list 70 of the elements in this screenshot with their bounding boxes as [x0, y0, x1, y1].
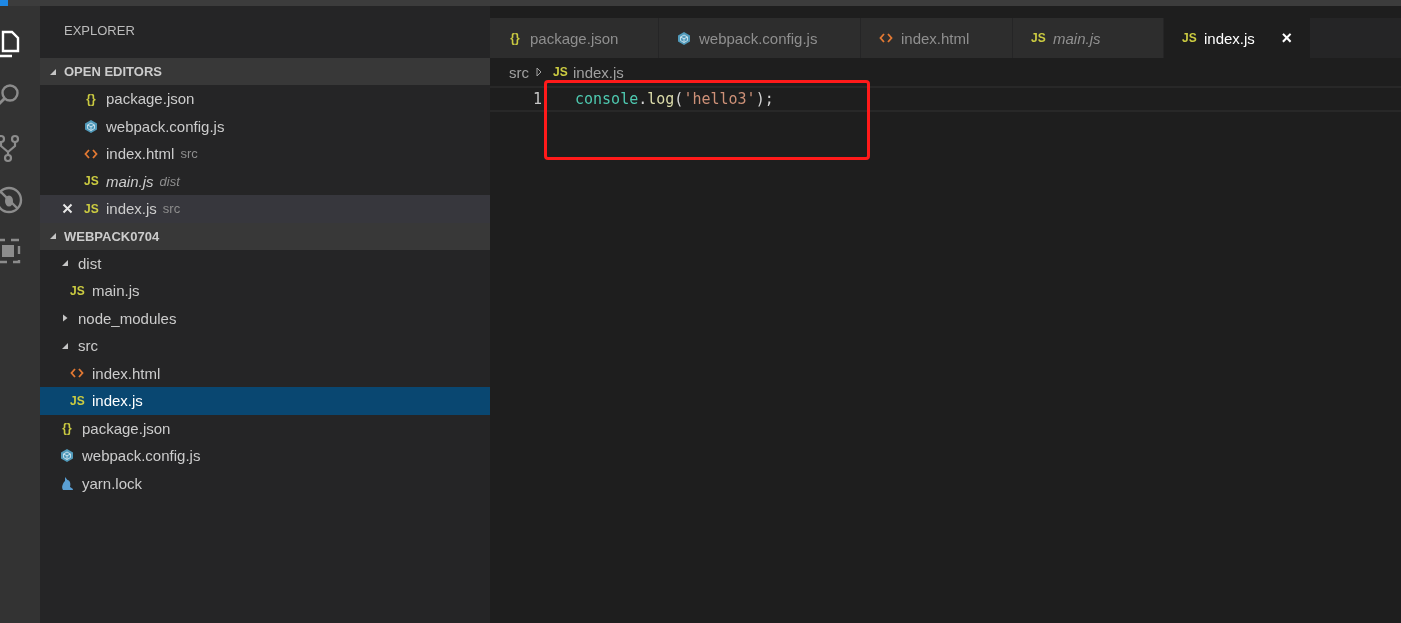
code-line: console.log('hello3');: [575, 90, 774, 108]
file-entry[interactable]: yarn.lock: [40, 469, 490, 497]
editor-tab[interactable]: JS index.js ×: [1164, 18, 1311, 58]
file-type-icon: JS: [70, 393, 84, 408]
chevron-icon: [535, 67, 543, 77]
section-title: WEBPACK0704: [64, 228, 160, 244]
file-name: webpack.config.js: [82, 447, 201, 465]
file-name: index.html: [92, 364, 161, 382]
folder-hint: dist: [159, 173, 180, 189]
file-entry[interactable]: JS main.js: [40, 277, 490, 305]
file-type-icon: JS: [70, 283, 84, 298]
file-name: webpack.config.js: [106, 117, 225, 135]
file-name: yarn.lock: [82, 474, 143, 492]
open-editor-item[interactable]: JS index.js src: [40, 195, 490, 223]
file-type-icon: {}: [508, 31, 522, 45]
breadcrumb-item[interactable]: index.js: [573, 63, 624, 81]
section-title: OPEN EDITORS: [64, 64, 162, 79]
panel-title: EXPLORER: [63, 22, 136, 40]
file-name: index.js: [106, 200, 157, 218]
file-entry[interactable]: JS index.js: [40, 387, 490, 415]
editor-tab[interactable]: webpack.config.js: [659, 18, 861, 58]
section-header[interactable]: WEBPACK0704: [40, 222, 490, 250]
file-type-icon: JS: [1031, 31, 1045, 45]
folder-entry[interactable]: dist: [40, 249, 490, 277]
breadcrumb-item[interactable]: src: [509, 63, 529, 81]
open-editor-item[interactable]: {} package.json: [40, 85, 490, 113]
file-type-icon: JS: [84, 174, 98, 189]
file-type-icon: JS: [1182, 31, 1196, 45]
folder-entry[interactable]: src: [40, 332, 490, 360]
file-name: main.js: [92, 282, 140, 300]
file-name: package.json: [106, 90, 195, 108]
file-type-icon: JS: [84, 201, 98, 216]
file-entry[interactable]: webpack.config.js: [40, 442, 490, 470]
file-type-icon: JS: [553, 65, 567, 79]
editor-tab[interactable]: {} package.json: [490, 18, 659, 58]
file-entry[interactable]: {} package.json: [40, 414, 490, 442]
file-type-icon: {}: [84, 91, 98, 106]
file-type-icon: {}: [60, 421, 74, 436]
folder-entry[interactable]: node_modules: [40, 304, 490, 332]
expanded-arrow-icon[interactable]: [60, 258, 70, 269]
file-name: package.json: [82, 419, 171, 437]
expanded-arrow-icon[interactable]: [48, 231, 58, 241]
cube-icon: [60, 448, 74, 464]
folder-hint: src: [162, 201, 181, 217]
file-entry[interactable]: index.html: [40, 359, 490, 387]
folder-hint: src: [180, 146, 198, 162]
folder-name: dist: [78, 254, 102, 272]
close-icon[interactable]: ×: [1281, 27, 1292, 49]
files-icon[interactable]: [0, 29, 22, 59]
editor-tab[interactable]: JS main.js: [1013, 18, 1164, 58]
extensions-icon[interactable]: [0, 237, 22, 265]
open-editor-item[interactable]: webpack.config.js: [40, 112, 490, 140]
open-editor-item[interactable]: index.html src: [40, 140, 490, 168]
angle-brackets-icon: [879, 31, 893, 45]
branch-icon[interactable]: [0, 133, 22, 163]
cube-icon: [677, 30, 691, 46]
line-number: 1: [531, 90, 542, 108]
file-name: index.js: [92, 392, 143, 410]
section-header[interactable]: OPEN EDITORS: [40, 58, 490, 85]
folder-name: src: [78, 337, 98, 355]
collapsed-arrow-icon[interactable]: [60, 313, 70, 324]
cat-icon: [60, 475, 74, 491]
close-icon[interactable]: [62, 203, 73, 215]
file-name: index.html: [106, 145, 175, 163]
editor-tab[interactable]: index.html: [861, 18, 1013, 58]
open-editor-item[interactable]: JS main.js dist: [40, 167, 490, 195]
file-name: main.js: [106, 172, 154, 190]
cube-icon: [84, 118, 98, 134]
app-logo-icon: [0, 0, 8, 6]
folder-name: node_modules: [78, 309, 177, 327]
